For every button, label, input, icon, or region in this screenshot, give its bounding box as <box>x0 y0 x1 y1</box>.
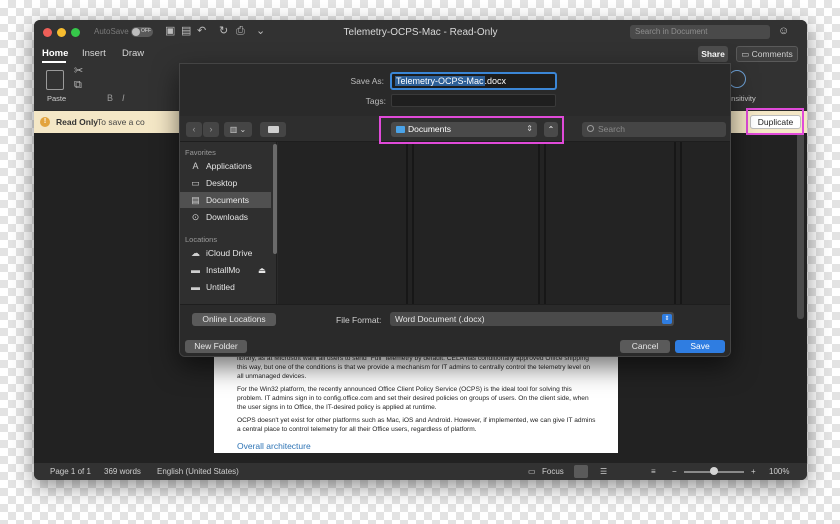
file-format-label: File Format: <box>336 315 382 325</box>
italic-button[interactable]: I <box>122 93 125 103</box>
save-as-label: Save As: <box>350 76 384 86</box>
comments-label: Comments <box>751 49 793 59</box>
favorites-heading: Favorites <box>185 148 216 157</box>
document-paragraph-2: For the Win32 platform, the recently ann… <box>237 386 589 411</box>
tab-home-underline <box>42 61 66 63</box>
locations-heading: Locations <box>185 235 218 244</box>
location-select-highlight <box>379 116 564 144</box>
column-divider[interactable] <box>544 142 546 304</box>
save-button[interactable]: Save <box>675 340 725 353</box>
sidebar-item-desktop[interactable]: ▭ Desktop <box>180 175 271 191</box>
sidebar-item-downloads[interactable]: ⊙ Downloads <box>180 209 271 225</box>
document-paragraph-3: OCPS doesn't yet exist for other platfor… <box>237 417 596 433</box>
document-heading: Overall architecture <box>237 441 311 451</box>
bold-button[interactable]: B <box>107 93 113 103</box>
cloud-icon: ☁ <box>191 248 200 258</box>
sidebar-item-label: Desktop <box>206 178 238 188</box>
document-bullet-item: App <box>240 453 261 462</box>
status-bar: Page 1 of 1 369 words English (United St… <box>34 463 807 480</box>
title-bar: AutoSave OFF ▣ ▤ ↶ ↻ ⎙ ⌄ Telemetry-OCPS-… <box>34 20 807 44</box>
save-as-filename-input[interactable]: Telemetry-OCPS-Mac.docx <box>390 72 557 90</box>
save-as-dialog: Save As: Telemetry-OCPS-Mac.docx Tags: ‹… <box>179 63 731 357</box>
new-folder-icon[interactable] <box>260 122 286 137</box>
sidebar-item-untitled[interactable]: ▬ Untitled <box>180 279 271 295</box>
outline-view-icon[interactable]: ≡ <box>651 467 656 476</box>
copy-icon[interactable]: ⧉ <box>74 80 82 91</box>
tags-input[interactable] <box>391 94 556 107</box>
column-divider[interactable] <box>538 142 540 304</box>
word-count[interactable]: 369 words <box>104 467 141 476</box>
duplicate-button-highlight <box>746 108 804 135</box>
word-window: AutoSave OFF ▣ ▤ ↶ ↻ ⎙ ⌄ Telemetry-OCPS-… <box>34 20 807 480</box>
comments-button[interactable]: ▭ Comments <box>736 46 798 62</box>
file-format-value: Word Document (.docx) <box>395 314 485 324</box>
zoom-out-icon[interactable]: − <box>672 467 677 476</box>
chevron-updown-icon: ⇕ <box>662 314 672 324</box>
column-divider[interactable] <box>412 142 414 304</box>
sidebar-item-icloud-drive[interactable]: ☁ iCloud Drive <box>180 245 271 261</box>
zoom-in-icon[interactable]: + <box>751 467 756 476</box>
zoom-level[interactable]: 100% <box>769 467 789 476</box>
filename-extension: .docx <box>484 76 507 86</box>
sidebar-item-applications[interactable]: A Applications <box>180 158 271 174</box>
paste-label: Paste <box>47 94 67 103</box>
sidebar-item-label: Untitled <box>206 282 235 292</box>
paste-icon[interactable] <box>46 70 64 90</box>
print-layout-view-button[interactable] <box>574 465 588 478</box>
sidebar-item-label: Documents <box>206 195 249 205</box>
warning-icon: ! <box>40 117 50 127</box>
focus-icon[interactable]: ▭ <box>528 467 536 476</box>
forward-button[interactable]: › <box>203 122 219 137</box>
column-divider[interactable] <box>680 142 682 304</box>
dialog-sidebar: Favorites A Applications ▭ Desktop ▤ Docume… <box>180 142 277 304</box>
file-browser-columns <box>278 142 730 304</box>
sidebar-scrollbar[interactable] <box>273 144 277 254</box>
cancel-button[interactable]: Cancel <box>620 340 670 353</box>
sidebar-item-label: iCloud Drive <box>206 248 253 258</box>
view-mode-button[interactable]: ▥ ⌄ <box>224 122 252 137</box>
page-count[interactable]: Page 1 of 1 <box>50 467 91 476</box>
tags-label: Tags: <box>365 96 386 106</box>
sidebar-item-label: InstallMo <box>206 265 241 275</box>
sidebar-item-label: Downloads <box>206 212 249 222</box>
desktop-icon: ▭ <box>191 178 200 188</box>
applications-icon: A <box>192 161 199 171</box>
search-icon <box>587 125 594 132</box>
document-scrollbar[interactable] <box>797 133 804 319</box>
tab-insert[interactable]: Insert <box>82 48 106 59</box>
downloads-icon: ⊙ <box>191 212 200 222</box>
column-divider[interactable] <box>674 142 676 304</box>
read-only-label: Read Only <box>56 117 99 127</box>
dialog-search-input[interactable]: Search <box>582 122 726 137</box>
share-button[interactable]: Share <box>698 46 728 62</box>
filename-selected-stem: Telemetry-OCPS-Mac <box>395 76 485 86</box>
comment-icon: ▭ <box>741 49 752 59</box>
dialog-search-placeholder: Search <box>598 124 625 134</box>
eject-icon[interactable]: ⏏ <box>258 265 266 276</box>
document-paragraph-1: library, as at Microsoft want all users … <box>237 355 591 380</box>
tab-draw[interactable]: Draw <box>122 48 144 59</box>
column-divider[interactable] <box>406 142 408 304</box>
documents-icon: ▤ <box>191 195 200 205</box>
cut-icon[interactable]: ✂ <box>74 66 83 77</box>
sidebar-item-label: Applications <box>206 161 252 171</box>
tab-home[interactable]: Home <box>42 48 68 59</box>
focus-label[interactable]: Focus <box>542 467 564 476</box>
online-locations-button[interactable]: Online Locations <box>192 313 276 326</box>
new-folder-button[interactable]: New Folder <box>185 340 247 353</box>
read-only-message: To save a co <box>97 117 145 127</box>
language-indicator[interactable]: English (United States) <box>157 467 239 476</box>
drive-icon: ▬ <box>191 282 200 292</box>
zoom-slider-knob[interactable] <box>710 467 718 475</box>
sidebar-item-installmo[interactable]: ▬ InstallMo ⏏ <box>180 262 271 278</box>
sidebar-item-documents[interactable]: ▤ Documents <box>180 192 271 208</box>
search-document-input[interactable]: Search in Document <box>630 25 770 39</box>
dialog-footer: Online Locations File Format: Word Docum… <box>180 304 730 356</box>
file-format-select[interactable]: Word Document (.docx) ⇕ <box>390 312 674 326</box>
web-layout-icon[interactable]: ☰ <box>600 467 607 476</box>
back-button[interactable]: ‹ <box>186 122 202 137</box>
feedback-smiley-icon[interactable]: ☺ <box>778 25 789 37</box>
drive-icon: ▬ <box>191 265 200 275</box>
